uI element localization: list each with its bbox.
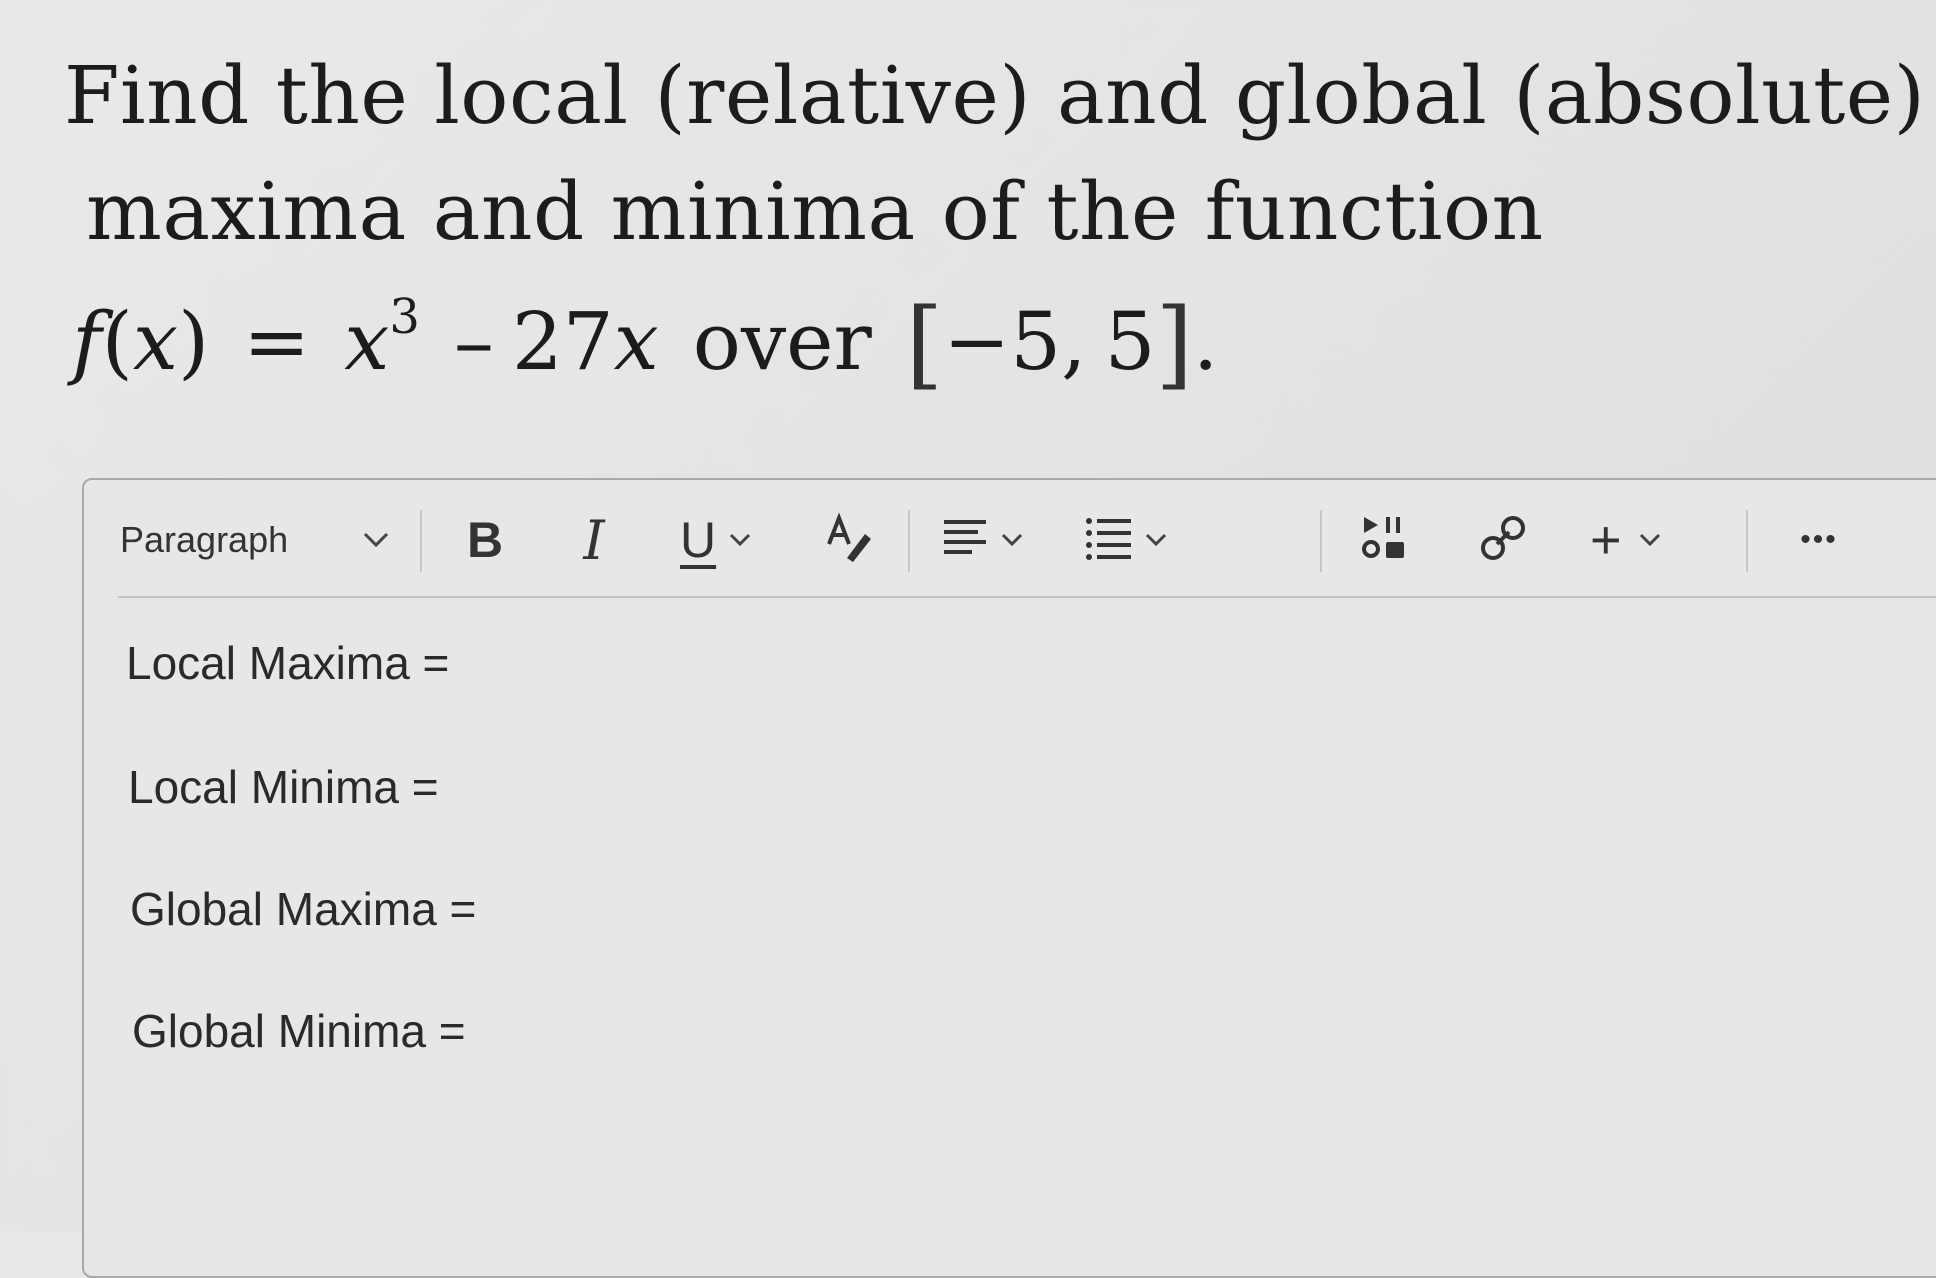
question-line-2: maxima and minima of the function: [86, 165, 1544, 258]
math-period: .: [1192, 295, 1219, 388]
paragraph-style-label: Paragraph: [120, 519, 289, 560]
local-minima-line: Local Minima =: [128, 761, 439, 813]
chevron-down-icon: [728, 532, 752, 548]
toolbar-separator: [1320, 510, 1322, 572]
math-equals: =: [243, 295, 311, 388]
insert-media-icon: [1360, 511, 1414, 570]
insert-dropdown[interactable]: +: [1590, 504, 1700, 576]
list-icon: [1084, 513, 1134, 568]
math-f: f: [72, 295, 102, 388]
math-interval-end: 5: [1104, 295, 1156, 388]
insert-media-button[interactable]: [1352, 504, 1422, 576]
math-x: x: [132, 295, 178, 388]
math-x-linear: x: [613, 295, 659, 388]
insert-link-button[interactable]: [1468, 504, 1538, 576]
math-coefficient: 27: [511, 295, 614, 388]
list-dropdown[interactable]: [1084, 504, 1194, 576]
chevron-down-icon: [1144, 532, 1168, 548]
toolbar-separator: [908, 510, 910, 572]
text-color-button[interactable]: [814, 504, 884, 576]
math-lbracket: [: [905, 288, 944, 400]
math-interval-start: −5,: [943, 295, 1087, 388]
link-icon: [1476, 511, 1530, 570]
chevron-down-icon: [1638, 532, 1662, 548]
math-rbracket: ]: [1155, 288, 1193, 400]
math-minus: –: [453, 295, 494, 388]
align-dropdown[interactable]: [942, 504, 1052, 576]
underline-label: U: [680, 512, 717, 568]
underline-button[interactable]: U: [680, 504, 790, 576]
bold-button[interactable]: B: [452, 504, 518, 576]
align-left-icon: [942, 514, 990, 567]
more-options-button[interactable]: •••: [1784, 504, 1854, 576]
chevron-down-icon: [362, 531, 390, 549]
chevron-down-icon: [1000, 532, 1024, 548]
global-maxima-line: Global Maxima =: [130, 883, 477, 935]
question-line-1: Find the local (relative) and global (ab…: [64, 49, 1926, 142]
rich-text-editor[interactable]: Paragraph B I U + ••• Local Maxima = Loc…: [82, 478, 1936, 1278]
plus-icon: +: [1590, 510, 1622, 570]
toolbar-separator: [420, 510, 422, 572]
math-lparen: (: [101, 295, 133, 388]
editor-toolbar: Paragraph B I U + •••: [84, 480, 1936, 602]
italic-button[interactable]: I: [564, 504, 624, 576]
toolbar-separator: [1746, 510, 1748, 572]
function-expression: f(x) = x3–27x over [−5, 5].: [72, 288, 1218, 392]
paragraph-style-dropdown[interactable]: Paragraph: [120, 504, 390, 576]
math-rparen: ): [177, 295, 210, 388]
toolbar-divider: [118, 596, 1936, 598]
local-maxima-line: Local Maxima =: [126, 637, 450, 689]
math-x-cubed-base: x: [344, 295, 390, 388]
global-minima-line: Global Minima =: [132, 1005, 466, 1057]
math-over: over: [692, 295, 872, 388]
math-exponent: 3: [389, 289, 420, 345]
text-color-icon: [821, 510, 877, 571]
